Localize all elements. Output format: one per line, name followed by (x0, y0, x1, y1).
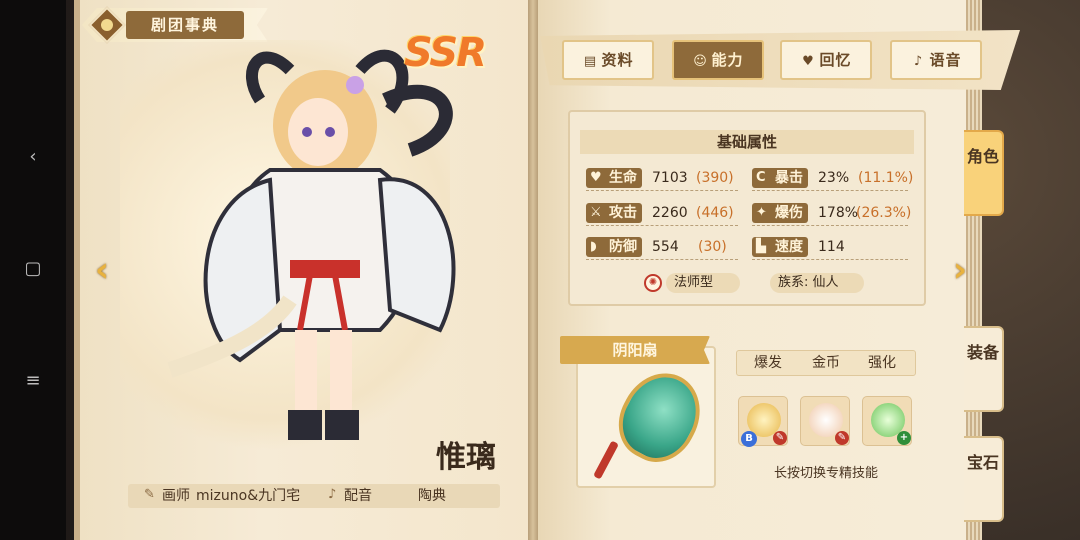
heart-icon: ♥ (590, 170, 602, 185)
crit-value: 23% (818, 170, 850, 186)
pin-icon: ✎ (773, 431, 787, 445)
weapon-name: 阴阳扇 (560, 336, 710, 364)
skill-slot-2[interactable]: ✎ (800, 396, 850, 446)
tab-voice[interactable]: ♪ 语音 (890, 40, 982, 80)
artist-label: 画师 (162, 488, 190, 504)
plus-icon: + (897, 431, 911, 445)
crit-label: C 暴击 (752, 168, 808, 188)
hp-value: 7103 (652, 170, 688, 186)
stats-title: 基础属性 (580, 130, 914, 154)
row-divider (586, 259, 738, 260)
burst-badge: B (741, 431, 757, 447)
burst-icon: ✦ (756, 205, 767, 220)
crit-icon: C (756, 170, 766, 185)
side-tab-gem[interactable]: 宝石 (964, 436, 1004, 522)
home-icon[interactable]: ▢ (24, 260, 42, 278)
microphone-icon: ♪ (913, 54, 924, 69)
row-divider (752, 259, 908, 260)
def-value: 554 (652, 239, 679, 255)
race-pill: 族系: 仙人 (770, 273, 864, 293)
skill-tab-enhance[interactable]: 强化 (868, 353, 896, 373)
row-divider (752, 225, 908, 226)
skill-slot-1[interactable]: B ✎ (738, 396, 788, 447)
system-nav-bar: ‹ ▢ ≡ (0, 0, 66, 540)
voice-actor-name: 陶典 (418, 488, 446, 504)
mage-class-icon: ✺ (644, 274, 662, 292)
skill-slot-3[interactable]: + (862, 396, 912, 446)
hp-label: ♥ 生命 (586, 168, 642, 188)
pin-icon: ✎ (835, 431, 849, 445)
face-icon: ☺ (693, 54, 708, 69)
shield-icon: ◗ (590, 239, 597, 254)
row-divider (586, 225, 738, 226)
sword-icon: ⚔ (590, 205, 602, 220)
atk-label: ⚔ 攻击 (586, 203, 642, 223)
crit-dmg-bonus: (26.3%) (856, 205, 912, 221)
microphone-icon: ♪ (328, 487, 337, 502)
skill-tab-gold[interactable]: 金币 (812, 353, 840, 373)
tab-ability[interactable]: ☺ 能力 (672, 40, 764, 80)
def-bonus: (30) (698, 239, 727, 255)
row-divider (752, 190, 908, 191)
character-portrait (167, 49, 456, 440)
speed-label: ▙ 速度 (752, 237, 808, 257)
skill-tab-burst[interactable]: 爆发 (754, 353, 782, 373)
crit-dmg-label: ✦ 爆伤 (752, 203, 808, 223)
voice-label: 配音 (344, 488, 372, 504)
recents-icon[interactable]: ≡ (24, 372, 42, 390)
character-name: 惟璃 (436, 440, 496, 475)
crit-dmg-value: 178% (818, 205, 859, 221)
row-divider (586, 190, 738, 191)
book-icon: ▤ (583, 54, 598, 69)
artist-icon: ✎ (144, 487, 155, 502)
previous-character-arrow-icon[interactable]: ‹ (88, 252, 116, 288)
def-label: ◗ 防御 (586, 237, 642, 257)
heart-icon: ♥ (802, 54, 815, 69)
atk-bonus: (446) (696, 205, 734, 221)
boot-icon: ▙ (756, 239, 766, 254)
class-pill: 法师型 (666, 273, 740, 293)
back-arrow-icon (101, 19, 113, 31)
skill-hint: 长按切换专精技能 (773, 466, 878, 481)
side-tab-equipment[interactable]: 装备 (964, 326, 1004, 412)
tab-memory[interactable]: ♥ 回忆 (780, 40, 872, 80)
speed-value: 114 (818, 239, 845, 255)
artist-name: mizuno&九门宅 (196, 488, 301, 504)
next-character-arrow-icon[interactable]: › (946, 252, 974, 288)
tab-profile[interactable]: ▤ 资料 (562, 40, 654, 80)
side-tab-character[interactable]: 角色 (964, 130, 1004, 216)
back-icon[interactable]: ‹ (24, 148, 42, 166)
hp-bonus: (390) (696, 170, 734, 186)
atk-value: 2260 (652, 205, 688, 221)
book-spine (528, 0, 538, 540)
crit-bonus: (11.1%) (858, 170, 914, 186)
game-screen: ‹ ▢ ≡ 剧团事典 SSR 惟璃 ✎ 画师 mizuno&九门宅 ♪ 配音 陶… (0, 0, 1080, 540)
rarity-badge: SSR (404, 30, 487, 76)
